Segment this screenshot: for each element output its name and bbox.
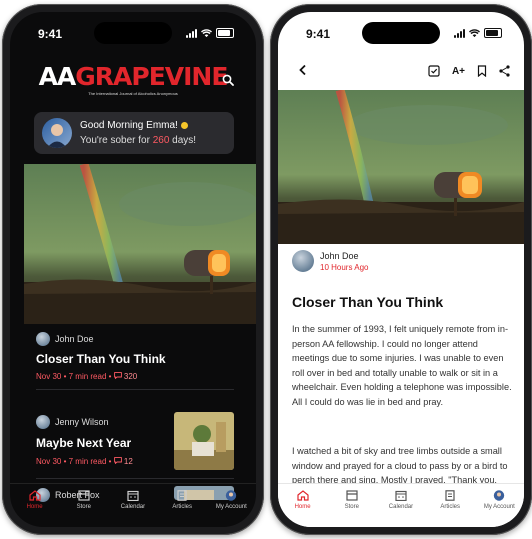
author-avatar — [36, 332, 50, 346]
article-title[interactable]: Closer Than You Think — [36, 352, 166, 366]
sober-prefix: You're sober for — [80, 135, 153, 146]
author-avatar — [36, 415, 50, 429]
logo-aa: AA — [38, 62, 77, 91]
search-icon[interactable] — [222, 74, 234, 86]
home-icon — [296, 490, 309, 501]
article-paragraph: I watched a bit of sky and tree limbs ou… — [292, 446, 508, 485]
home-icon — [28, 490, 41, 501]
status-bar: 9:41 — [278, 27, 524, 43]
author-name[interactable]: John Doe — [320, 251, 368, 261]
article-title[interactable]: Maybe Next Year — [36, 436, 131, 450]
comment-icon — [113, 372, 122, 380]
signal-icon — [186, 28, 197, 38]
tab-store[interactable]: Store — [332, 490, 372, 527]
tab-my-account[interactable]: My Account — [479, 490, 519, 527]
articles-icon — [445, 490, 455, 501]
tab-calendar[interactable]: Calendar — [381, 490, 421, 527]
tab-articles[interactable]: Articles — [162, 490, 202, 527]
phone-home: 9:41 AAGRAPEVINE The International Journ… — [2, 4, 264, 535]
back-chevron-icon[interactable] — [298, 64, 308, 76]
article-title: Closer Than You Think — [292, 294, 444, 310]
store-icon — [78, 490, 90, 501]
published-time: 10 Hours Ago — [320, 262, 369, 272]
article-navbar: A+ — [294, 64, 510, 84]
divider — [36, 478, 234, 479]
status-time: 9:41 — [38, 27, 63, 41]
battery-icon — [484, 28, 502, 38]
share-icon[interactable] — [499, 65, 510, 77]
article-author: Jenny Wilson — [36, 415, 109, 429]
greeting-card: Good Morning Emma! You're sober for 260 … — [34, 112, 234, 154]
author-avatar[interactable] — [292, 250, 314, 272]
greeting-text: Good Morning Emma! — [80, 120, 178, 131]
wifi-icon — [201, 28, 212, 37]
battery-icon — [216, 28, 234, 38]
status-bar: 9:41 — [10, 27, 256, 43]
account-avatar-icon — [226, 490, 237, 501]
article-hero-image — [278, 88, 524, 244]
comment-icon — [113, 457, 122, 465]
featured-article-image[interactable] — [24, 162, 256, 324]
tab-home[interactable]: Home — [15, 490, 55, 527]
article-meta: Nov 30 • 7 min read • 12 — [36, 457, 133, 466]
store-icon — [346, 490, 358, 501]
divider — [36, 389, 234, 390]
calendar-icon — [127, 490, 139, 501]
bookmark-icon[interactable] — [477, 65, 487, 77]
status-time: 9:41 — [306, 27, 331, 41]
tab-bar: Home Store Calendar Articles My Account — [278, 483, 524, 527]
calendar-icon — [395, 490, 407, 501]
tab-home[interactable]: Home — [283, 490, 323, 527]
tab-my-account[interactable]: My Account — [211, 490, 251, 527]
logo-grapevine: GRAPEVINE — [75, 62, 228, 91]
article-byline: John Doe 10 Hours Ago — [292, 250, 368, 272]
account-avatar-icon — [494, 490, 505, 501]
tab-store[interactable]: Store — [64, 490, 104, 527]
sun-icon — [180, 121, 188, 129]
articles-icon — [177, 490, 187, 501]
phone-article: 9:41 A+ John Doe 10 Hours Ago Closer Tha… — [270, 4, 532, 535]
user-avatar[interactable] — [42, 118, 72, 148]
tab-bar: Home Store Calendar Articles My Account — [10, 483, 256, 527]
logo-tagline: The International Journal of Alcoholics … — [88, 91, 178, 96]
article-paragraph: In the summer of 1993, I felt uniquely r… — [292, 324, 512, 407]
tab-calendar[interactable]: Calendar — [113, 490, 153, 527]
text-size-button[interactable]: A+ — [452, 66, 465, 77]
sober-suffix: days! — [169, 135, 197, 146]
signal-icon — [454, 28, 465, 38]
article-meta: Nov 30 • 7 min read • 320 — [36, 372, 138, 381]
article-screen: 9:41 A+ John Doe 10 Hours Ago Closer Tha… — [278, 12, 524, 527]
checklist-icon[interactable] — [428, 65, 440, 77]
tab-articles[interactable]: Articles — [430, 490, 470, 527]
article-thumbnail[interactable] — [174, 412, 234, 470]
app-logo: AAGRAPEVINE The International Journal of… — [10, 62, 256, 97]
wifi-icon — [469, 28, 480, 37]
home-screen: 9:41 AAGRAPEVINE The International Journ… — [10, 12, 256, 527]
sober-days: 260 — [152, 135, 170, 146]
article-author: John Doe — [36, 332, 94, 346]
